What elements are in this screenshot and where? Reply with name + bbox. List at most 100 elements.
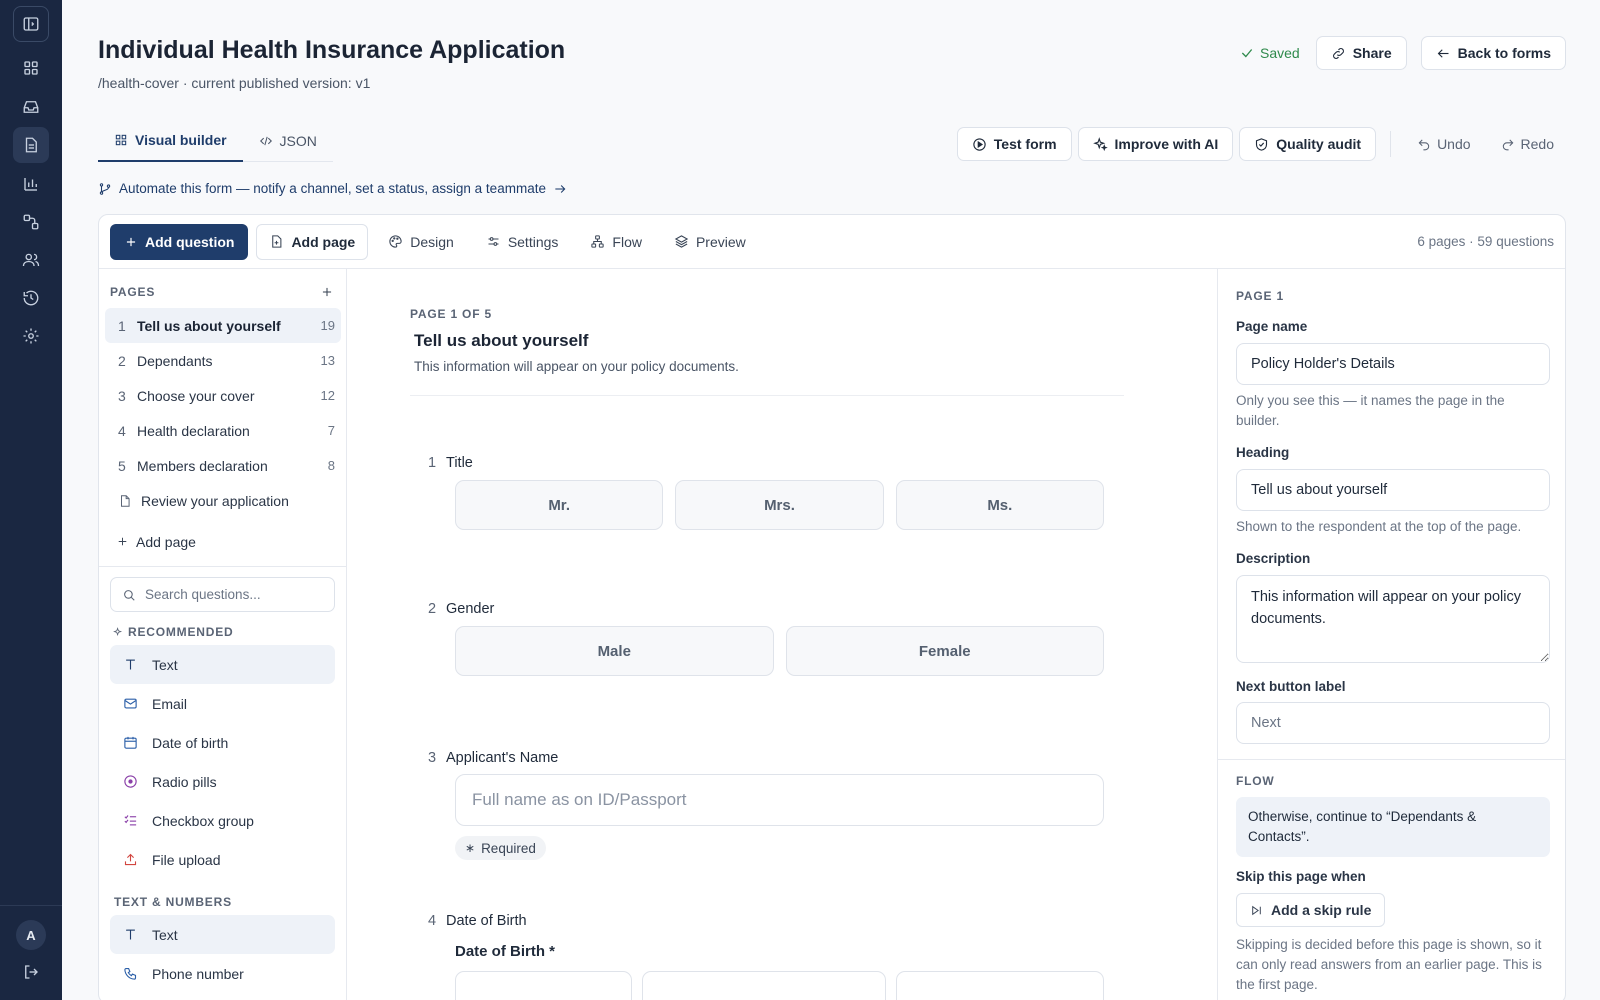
page-item-review[interactable]: Review your application — [105, 483, 341, 518]
palette-icon — [389, 235, 402, 248]
preview-label: Preview — [695, 233, 746, 250]
redo-button[interactable]: Redo — [1489, 127, 1566, 161]
preview-button[interactable]: Preview — [662, 224, 758, 260]
page-item[interactable]: 5 Members declaration 8 — [105, 448, 341, 483]
logout-icon[interactable] — [13, 954, 49, 990]
question-card-applicant-name[interactable]: 3 Applicant's Name ∗ Required — [410, 731, 1124, 895]
tab-json[interactable]: JSON — [243, 124, 333, 161]
plus-icon[interactable] — [320, 285, 334, 299]
page-item[interactable]: 4 Health declaration 7 — [105, 413, 341, 448]
code-icon — [259, 136, 272, 145]
file-plus-icon — [272, 235, 282, 248]
grid-icon[interactable] — [13, 50, 49, 86]
question-type-file-upload[interactable]: File upload — [110, 840, 335, 879]
dob-fields — [455, 971, 1104, 1000]
undo-button[interactable]: Undo — [1405, 127, 1482, 161]
redo-label: Redo — [1520, 136, 1554, 152]
next-button-input[interactable] — [1236, 702, 1550, 744]
improve-ai-label: Improve with AI — [1114, 136, 1219, 152]
history-icon[interactable] — [13, 280, 49, 316]
page-num: 3 — [118, 387, 126, 404]
checklist-icon — [124, 815, 137, 826]
question-card-title[interactable]: 1 Title Mr. Mrs. Ms. — [410, 435, 1124, 583]
flow-note: Otherwise, continue to “Dependants & Con… — [1236, 797, 1550, 857]
skip-forward-icon — [1252, 905, 1261, 915]
question-card-date-of-birth[interactable]: 4 Date of Birth Date of Birth * — [410, 895, 1124, 1000]
sparkles-icon — [113, 626, 123, 636]
question-type-text[interactable]: Text — [110, 645, 335, 684]
question-card-gender[interactable]: 2 Gender Male Female — [410, 583, 1124, 731]
settings-label: Settings — [507, 233, 559, 250]
page-item[interactable]: 2 Dependants 13 — [105, 343, 341, 378]
users-icon[interactable] — [13, 242, 49, 278]
back-label: Back to forms — [1457, 45, 1551, 61]
question-type-label: Radio pills — [152, 773, 217, 790]
shield-check-icon — [1256, 137, 1268, 151]
applicant-name-input[interactable] — [455, 774, 1104, 826]
question-type-text[interactable]: Text — [110, 915, 335, 954]
page-num: 1 — [118, 317, 126, 334]
option-pill[interactable]: Male — [455, 626, 774, 676]
dob-day-field[interactable] — [455, 971, 632, 1000]
test-form-label: Test form — [993, 136, 1057, 152]
page-name: Choose your cover — [137, 387, 255, 404]
canvas-divider — [410, 395, 1124, 396]
canvas-page-title[interactable]: Tell us about yourself — [414, 331, 588, 351]
gear-icon[interactable] — [13, 318, 49, 354]
sliders-icon — [488, 237, 499, 246]
add-skip-rule-button[interactable]: Add a skip rule — [1236, 893, 1386, 927]
test-form-button[interactable]: Test form — [956, 127, 1072, 161]
question-label: Applicant's Name — [446, 750, 559, 766]
question-type-checkbox-group[interactable]: Checkbox group — [110, 801, 335, 840]
dob-month-field[interactable] — [641, 971, 886, 1000]
add-page-link[interactable]: Add page — [105, 524, 341, 559]
heading-input[interactable] — [1236, 469, 1550, 511]
recommended-label: RECOMMENDED — [128, 625, 234, 639]
dob-year-field[interactable] — [895, 971, 1104, 1000]
option-pill[interactable]: Ms. — [895, 480, 1104, 530]
add-page-button[interactable]: Add page — [256, 223, 369, 260]
page-name: Health declaration — [137, 422, 250, 439]
option-pill[interactable]: Female — [785, 626, 1104, 676]
back-to-forms-button[interactable]: Back to forms — [1420, 36, 1566, 70]
question-type-date-of-birth[interactable]: Date of birth — [110, 723, 335, 762]
page-item[interactable]: 1 Tell us about yourself 19 — [105, 308, 341, 343]
page-name-input[interactable] — [1236, 343, 1550, 385]
automate-link[interactable]: Automate this form — notify a channel, s… — [98, 181, 567, 196]
inbox-icon[interactable] — [13, 89, 49, 125]
add-question-button[interactable]: Add question — [110, 223, 249, 260]
sidebar-toggle-icon[interactable] — [13, 6, 49, 42]
form-summary: 6 pages · 59 questions — [1417, 234, 1554, 249]
builder-panel: Add question Add page Design Settings Fl… — [98, 214, 1566, 1000]
document-icon[interactable] — [13, 127, 49, 163]
question-type-phone-number[interactable]: Phone number — [110, 954, 335, 993]
question-header: 1 Title — [428, 455, 473, 471]
description-label: Description — [1236, 551, 1311, 566]
quality-audit-button[interactable]: Quality audit — [1239, 127, 1377, 161]
description-textarea[interactable]: This information will appear on your pol… — [1236, 575, 1550, 663]
option-pill[interactable]: Mrs. — [675, 480, 884, 530]
page-item[interactable]: 3 Choose your cover 12 — [105, 378, 341, 413]
option-pill[interactable]: Mr. — [455, 480, 664, 530]
settings-button[interactable]: Settings — [474, 224, 571, 260]
page-subtitle: /health-cover · current published versio… — [98, 75, 371, 91]
tab-visual-builder[interactable]: Visual builder — [98, 124, 243, 162]
question-type-radio-pills[interactable]: Radio pills — [110, 762, 335, 801]
workflow-icon[interactable] — [13, 204, 49, 240]
design-button[interactable]: Design — [376, 224, 466, 260]
share-label: Share — [1352, 45, 1392, 61]
flow-button[interactable]: Flow — [578, 224, 654, 260]
skip-help: Skipping is decided before this page is … — [1236, 937, 1542, 992]
share-button[interactable]: Share — [1315, 36, 1407, 70]
phone-icon — [124, 967, 137, 980]
toolbar-separator — [1390, 131, 1392, 157]
question-type-email[interactable]: Email — [110, 684, 335, 723]
pages-header: PAGES — [110, 285, 334, 299]
search-input[interactable] — [145, 587, 325, 602]
bar-chart-icon[interactable] — [13, 166, 49, 202]
improve-ai-button[interactable]: Improve with AI — [1077, 127, 1234, 161]
canvas-page-description[interactable]: This information will appear on your pol… — [414, 359, 739, 374]
page-name: Tell us about yourself — [137, 317, 281, 334]
dob-sub-label: Date of Birth * — [455, 943, 556, 960]
avatar[interactable]: A — [16, 920, 46, 950]
